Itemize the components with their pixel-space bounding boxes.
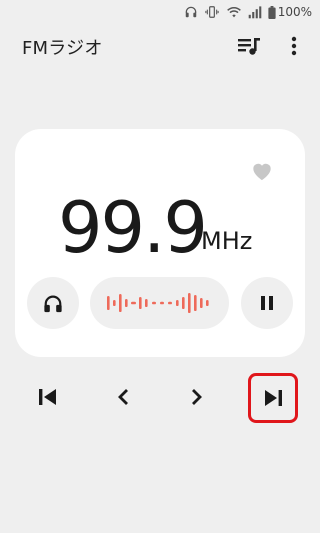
vibrate-icon <box>205 6 219 18</box>
frequency-unit: MHz <box>201 227 253 255</box>
frequency-tuner-icon <box>106 293 209 313</box>
step-down-button[interactable] <box>101 375 145 419</box>
pause-button[interactable] <box>241 277 293 329</box>
heart-icon <box>253 163 271 181</box>
battery-icon <box>268 5 276 19</box>
battery-percent: 100% <box>277 5 312 19</box>
signal-icon <box>248 6 261 19</box>
headphones-status-icon <box>185 6 196 18</box>
status-bar: 100% <box>0 0 320 24</box>
headphones-icon <box>44 295 62 313</box>
app-bar: FMラジオ <box>0 26 320 66</box>
chevron-left-icon <box>118 389 128 405</box>
playlist-music-icon <box>238 38 260 55</box>
headphone-output-button[interactable] <box>27 277 79 329</box>
more-options-button[interactable] <box>284 34 304 58</box>
app-title: FMラジオ <box>22 38 103 59</box>
radio-card: 99.9 MHz <box>15 129 305 357</box>
chevron-right-icon <box>192 389 202 405</box>
frequency-value: 99.9 <box>58 187 208 269</box>
pause-icon <box>261 296 273 310</box>
wifi-icon <box>226 7 241 18</box>
more-vertical-icon <box>291 36 297 56</box>
frequency-display: 99.9 MHz <box>15 185 305 271</box>
tuning-controls <box>0 370 320 424</box>
step-up-button[interactable] <box>175 375 219 419</box>
frequency-tuner[interactable] <box>90 277 229 329</box>
playlist-button[interactable] <box>236 34 262 58</box>
favorite-button[interactable] <box>251 161 273 181</box>
battery-indicator: 100% <box>268 5 312 19</box>
previous-station-button[interactable] <box>26 375 70 419</box>
skip-next-icon <box>265 390 282 406</box>
next-station-button[interactable] <box>248 373 298 423</box>
skip-previous-icon <box>39 389 56 405</box>
